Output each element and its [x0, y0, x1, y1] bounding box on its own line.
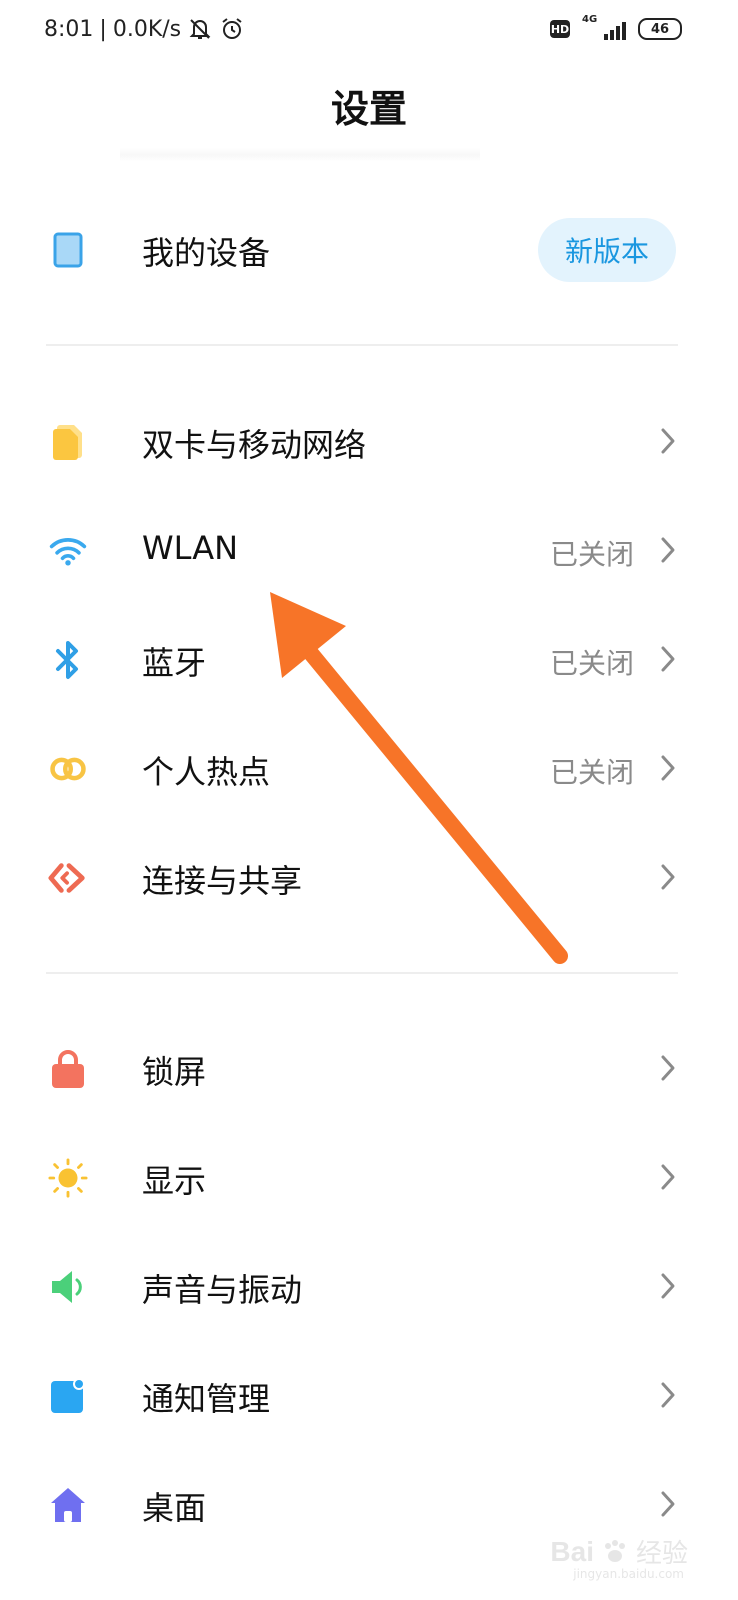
watermark: Bai 经验 jingyan.baidu.com: [550, 1533, 688, 1582]
sun-icon: [48, 1158, 88, 1198]
home-icon: [48, 1485, 88, 1525]
hotspot-icon: [48, 749, 88, 789]
signal-bars: [604, 22, 626, 40]
network-type: 4G: [582, 14, 598, 25]
item-label: 双卡与移动网络: [142, 426, 367, 464]
settings-item-dual-sim[interactable]: 双卡与移动网络: [0, 392, 738, 492]
item-label: 个人热点: [142, 753, 271, 791]
watermark-cn: 经验: [635, 1539, 688, 1569]
settings-item-hotspot[interactable]: 个人热点 已关闭: [0, 719, 738, 819]
item-label: 蓝牙: [142, 644, 207, 682]
status-bar-left: 8:01 | 0.0K/s: [44, 16, 245, 42]
divider: [46, 344, 678, 346]
chevron-right-icon: [661, 1164, 675, 1190]
item-label: 通知管理: [142, 1380, 271, 1418]
new-version-badge[interactable]: 新版本: [538, 218, 676, 282]
chevron-right-icon: [661, 1491, 675, 1517]
battery-icon: 46: [638, 18, 682, 40]
chevron-right-icon: [661, 428, 675, 454]
settings-item-sound[interactable]: 声音与振动: [0, 1237, 738, 1337]
chevron-right-icon: [661, 537, 675, 563]
clock: 8:01: [44, 16, 94, 42]
item-status: 已关闭: [549, 538, 634, 571]
wifi-icon: [48, 531, 88, 571]
watermark-url: jingyan.baidu.com: [573, 1567, 684, 1581]
item-label: WLAN: [142, 529, 239, 567]
signal-icon: 4G: [582, 14, 626, 40]
chevron-right-icon: [661, 646, 675, 672]
watermark-brand: Bai: [550, 1535, 594, 1567]
chevron-right-icon: [661, 1273, 675, 1299]
status-bar: 8:01 | 0.0K/s HD 4G 46: [0, 0, 738, 66]
my-device-label: 我的设备: [142, 234, 271, 272]
settings-item-wlan[interactable]: WLAN 已关闭: [0, 501, 738, 601]
page-title: 设置: [330, 87, 407, 131]
lock-icon: [48, 1049, 88, 1089]
scroll-fade: [120, 148, 480, 162]
chevron-right-icon: [661, 755, 675, 781]
share-icon: [48, 858, 88, 898]
network-speed: 0.0K/s: [112, 16, 182, 42]
chevron-right-icon: [661, 1382, 675, 1408]
item-label: 显示: [142, 1162, 207, 1200]
divider: [46, 972, 678, 974]
paw-icon: [604, 1539, 625, 1562]
separator: |: [99, 16, 107, 42]
settings-item-lock-screen[interactable]: 锁屏: [0, 1019, 738, 1119]
item-label: 桌面: [142, 1489, 207, 1527]
sim-card-icon: [48, 422, 88, 462]
item-label: 声音与振动: [142, 1271, 303, 1309]
settings-item-bluetooth[interactable]: 蓝牙 已关闭: [0, 610, 738, 710]
item-label: 锁屏: [142, 1053, 207, 1091]
settings-item-display[interactable]: 显示: [0, 1128, 738, 1228]
chevron-right-icon: [661, 864, 675, 890]
item-status: 已关闭: [549, 647, 634, 680]
settings-item-connection-sharing[interactable]: 连接与共享: [0, 828, 738, 928]
settings-item-notifications[interactable]: 通知管理: [0, 1346, 738, 1446]
notification-icon: [48, 1376, 88, 1416]
mute-bell-icon: [189, 19, 211, 39]
hd-icon: HD: [550, 20, 570, 38]
alarm-icon: [222, 18, 242, 39]
chevron-right-icon: [661, 1055, 675, 1081]
bluetooth-icon: [48, 640, 88, 680]
status-bar-right: HD 4G 46: [550, 14, 682, 40]
tablet-icon: [48, 230, 88, 270]
speaker-icon: [48, 1267, 88, 1307]
item-status: 已关闭: [549, 756, 634, 789]
item-label: 连接与共享: [142, 862, 303, 900]
